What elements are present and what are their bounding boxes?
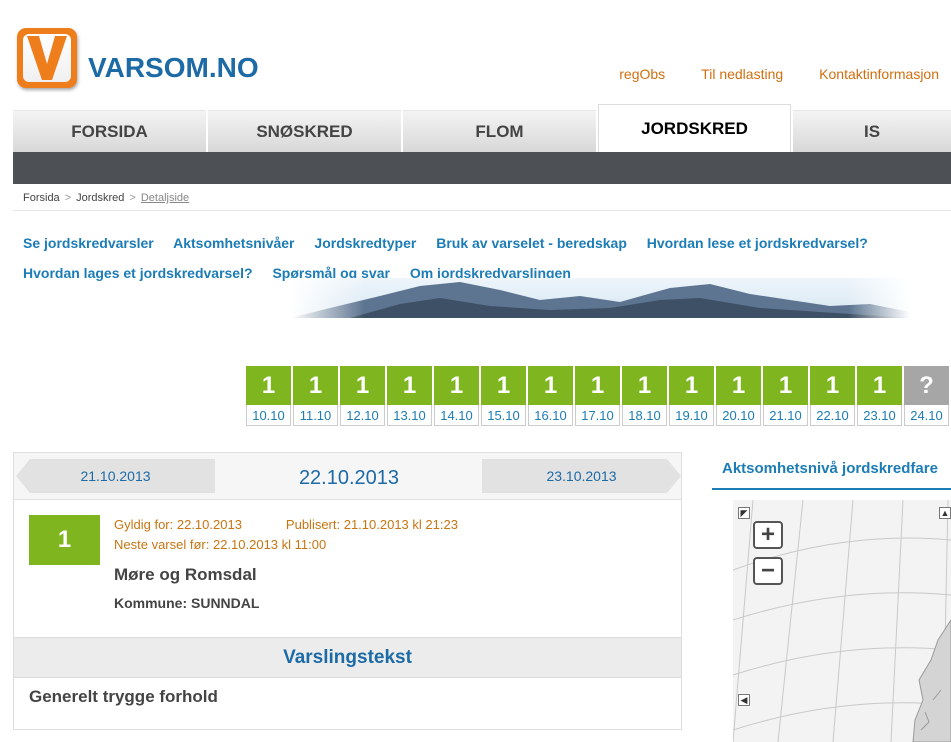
tab-jordskred[interactable]: JORDSKRED <box>598 104 791 152</box>
day-item[interactable]: 1 13.10 <box>387 366 432 426</box>
date-navigation: 21.10.2013 22.10.2013 23.10.2013 <box>14 453 681 500</box>
next-forecast: Neste varsel før: 22.10.2013 kl 11:00 <box>114 537 327 552</box>
zoom-out-button[interactable]: − <box>753 557 783 585</box>
day-item[interactable]: 1 14.10 <box>434 366 479 426</box>
day-item[interactable]: 1 22.10 <box>810 366 855 426</box>
day-date: 19.10 <box>669 405 714 426</box>
day-item[interactable]: ? 24.10 <box>904 366 949 426</box>
breadcrumb-forsida[interactable]: Forsida <box>23 192 60 204</box>
site-name[interactable]: VARSOM.NO <box>88 52 259 84</box>
map-title-underline <box>712 488 951 490</box>
logo-v-icon <box>27 36 67 80</box>
day-date: 15.10 <box>481 405 526 426</box>
day-date: 11.10 <box>293 405 338 426</box>
top-links: regObs Til nedlasting Kontaktinformasjon <box>619 66 939 82</box>
day-item[interactable]: 1 15.10 <box>481 366 526 426</box>
current-date: 22.10.2013 <box>298 467 400 489</box>
breadcrumb-separator: > <box>64 192 72 204</box>
tab-snoskred[interactable]: SNØSKRED <box>208 110 401 152</box>
day-item[interactable]: 1 10.10 <box>246 366 291 426</box>
day-level: 1 <box>528 366 573 405</box>
day-level: 1 <box>481 366 526 405</box>
link-kontaktinformasjon[interactable]: Kontaktinformasjon <box>819 66 939 82</box>
day-item[interactable]: 1 17.10 <box>575 366 620 426</box>
breadcrumb-detaljside[interactable]: Detaljside <box>141 192 189 204</box>
day-date: 23.10 <box>857 405 902 426</box>
danger-level-badge: 1 <box>29 515 100 565</box>
day-date: 10.10 <box>246 405 291 426</box>
day-item[interactable]: 1 19.10 <box>669 366 714 426</box>
link-til-nedlasting[interactable]: Til nedlasting <box>701 66 783 82</box>
mountain-banner-image <box>290 278 910 318</box>
map-pan-up-icon[interactable]: ▲ <box>939 507 951 519</box>
mountain-banner <box>290 278 910 318</box>
forecast-meta: Gyldig for: 22.10.2013 Publisert: 21.10.2… <box>114 517 458 532</box>
tab-forsida[interactable]: FORSIDA <box>13 110 206 152</box>
kommune-name: Kommune: SUNNDAL <box>114 595 260 611</box>
published: Publisert: 21.10.2013 kl 21:23 <box>285 517 458 532</box>
day-level: 1 <box>293 366 338 405</box>
sub-menu-bar <box>13 152 951 184</box>
region-name: Møre og Romsdal <box>114 565 257 584</box>
nav-jordskredtyper[interactable]: Jordskredtyper <box>314 235 416 251</box>
day-item[interactable]: 1 23.10 <box>857 366 902 426</box>
tab-flom[interactable]: FLOM <box>403 110 596 152</box>
nav-aktsomhetsnivaer[interactable]: Aktsomhetsnivåer <box>173 235 294 251</box>
nav-se-jordskredvarsler[interactable]: Se jordskredvarsler <box>23 235 154 251</box>
day-level: 1 <box>857 366 902 405</box>
main-tabs: FORSIDA SNØSKRED FLOM JORDSKRED IS <box>13 104 951 152</box>
zoom-in-button[interactable]: + <box>753 521 783 549</box>
day-level: 1 <box>340 366 385 405</box>
breadcrumb: Forsida > Jordskred > Detaljside <box>23 192 189 204</box>
day-level: 1 <box>622 366 667 405</box>
day-level: 1 <box>246 366 291 405</box>
nav-bruk-av-varselet[interactable]: Bruk av varselet - beredskap <box>436 235 627 251</box>
day-date: 16.10 <box>528 405 573 426</box>
warning-heading: Varslingstekst <box>14 637 681 678</box>
day-date: 14.10 <box>434 405 479 426</box>
next-day-button[interactable]: 23.10.2013 <box>482 459 681 493</box>
day-date: 21.10 <box>763 405 808 426</box>
day-date: 13.10 <box>387 405 432 426</box>
day-date: 22.10 <box>810 405 855 426</box>
varsom-logo[interactable] <box>17 28 77 88</box>
day-item[interactable]: 1 12.10 <box>340 366 385 426</box>
day-item[interactable]: 1 18.10 <box>622 366 667 426</box>
forecast-panel: 21.10.2013 22.10.2013 23.10.2013 1 Gyldi… <box>13 452 682 730</box>
previous-day-button[interactable]: 21.10.2013 <box>16 459 215 493</box>
day-level: 1 <box>434 366 479 405</box>
day-strip: 1 10.10 1 11.10 1 12.10 1 13.10 1 14.10 1 15.1… <box>246 366 951 426</box>
divider <box>13 210 951 211</box>
breadcrumb-separator: > <box>129 192 136 204</box>
nav-hvordan-lages[interactable]: Hvordan lages et jordskredvarsel? <box>23 265 253 281</box>
map-title: Aktsomhetsnivå jordskredfare <box>722 460 938 477</box>
map-pan-left-icon[interactable]: ◀ <box>738 694 750 706</box>
day-level: 1 <box>810 366 855 405</box>
day-level: 1 <box>575 366 620 405</box>
map-fullscreen-icon[interactable]: ◤ <box>738 507 750 519</box>
warning-text: Generelt trygge forhold <box>29 687 218 706</box>
link-regobs[interactable]: regObs <box>619 66 665 82</box>
day-level: 1 <box>763 366 808 405</box>
day-item[interactable]: 1 11.10 <box>293 366 338 426</box>
day-level: 1 <box>716 366 761 405</box>
tab-is[interactable]: IS <box>793 110 951 152</box>
day-item[interactable]: 1 21.10 <box>763 366 808 426</box>
day-level-unknown: ? <box>904 366 949 405</box>
breadcrumb-jordskred[interactable]: Jordskred <box>76 192 124 204</box>
day-date: 17.10 <box>575 405 620 426</box>
valid-for: Gyldig for: 22.10.2013 <box>114 517 242 532</box>
day-item[interactable]: 1 16.10 <box>528 366 573 426</box>
day-item[interactable]: 1 20.10 <box>716 366 761 426</box>
day-date: 12.10 <box>340 405 385 426</box>
day-date: 18.10 <box>622 405 667 426</box>
nav-hvordan-lese[interactable]: Hvordan lese et jordskredvarsel? <box>647 235 868 251</box>
day-date: 24.10 <box>904 405 949 426</box>
day-level: 1 <box>387 366 432 405</box>
day-level: 1 <box>669 366 714 405</box>
day-date: 20.10 <box>716 405 761 426</box>
